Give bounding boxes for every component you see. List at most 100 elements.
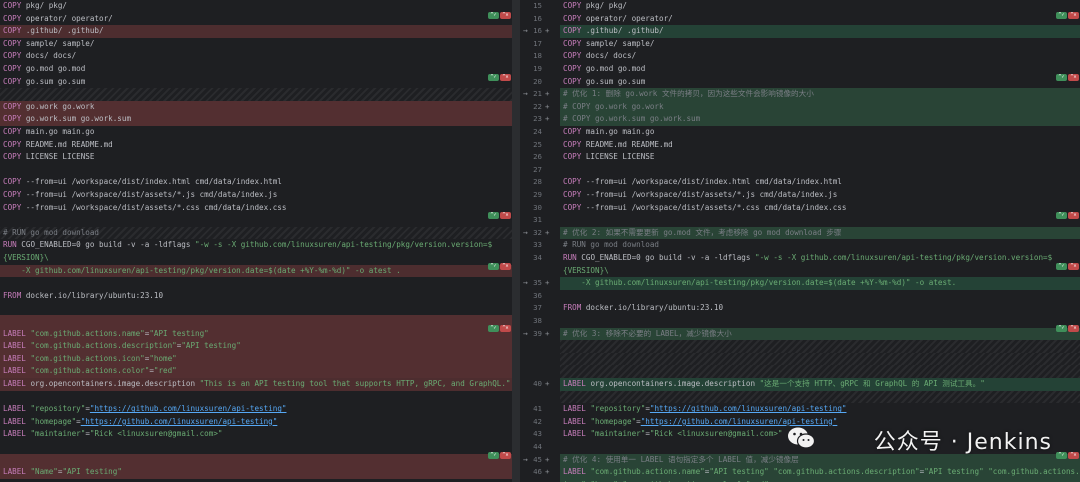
apply-change-arrow-icon[interactable]: → [523, 88, 528, 101]
reject-change-icon[interactable]: ^✕ [500, 263, 511, 270]
right-code-line[interactable]: LABEL "com.github.actions.name"="API tes… [560, 466, 1080, 479]
reject-change-icon[interactable]: ^✕ [1068, 325, 1079, 332]
right-code-line[interactable]: # RUN go mod download [560, 239, 1080, 252]
right-code-line[interactable]: COPY pkg/ pkg/ [560, 0, 1080, 13]
left-code-line[interactable] [0, 302, 512, 315]
accept-change-icon[interactable]: ^✓ [488, 12, 499, 19]
left-code-line[interactable]: COPY sample/ sample/ [0, 38, 512, 51]
left-code-line[interactable]: LABEL "com.github.actions.color"="red" [0, 365, 512, 378]
right-code-line[interactable]: COPY operator/ operator/ [560, 13, 1080, 26]
left-code-line[interactable]: COPY operator/ operator/ [0, 13, 512, 26]
right-code-line[interactable] [560, 214, 1080, 227]
reject-change-icon[interactable]: ^✕ [500, 12, 511, 19]
accept-change-icon[interactable]: ^✓ [1056, 12, 1067, 19]
left-code-line[interactable]: LABEL "repository"="https://github.com/l… [0, 403, 512, 416]
reject-change-icon[interactable]: ^✕ [500, 452, 511, 459]
url-link[interactable]: "https://github.com/linuxsuren/api-testi… [650, 404, 847, 413]
apply-change-arrow-icon[interactable]: → [523, 454, 528, 467]
left-code-line[interactable]: COPY LICENSE LICENSE [0, 151, 512, 164]
right-code-line[interactable]: COPY docs/ docs/ [560, 50, 1080, 63]
left-code-line[interactable] [0, 214, 512, 227]
left-code-line[interactable] [0, 441, 512, 454]
accept-change-icon[interactable]: ^✓ [488, 325, 499, 332]
right-code-line[interactable] [560, 315, 1080, 328]
left-code-line[interactable]: COPY .github/ .github/ [0, 25, 512, 38]
url-link[interactable]: "https://github.com/linuxsuren/api-testi… [81, 417, 278, 426]
accept-change-icon[interactable]: ^✓ [488, 263, 499, 270]
accept-change-icon[interactable]: ^✓ [488, 212, 499, 219]
right-code-line[interactable]: RUN CGO_ENABLED=0 go build -v -a -ldflag… [560, 252, 1080, 265]
right-code-line[interactable]: COPY LICENSE LICENSE [560, 151, 1080, 164]
diff-splitter[interactable] [512, 0, 520, 482]
left-code-line[interactable] [0, 164, 512, 177]
left-code-line[interactable]: RUN CGO_ENABLED=0 go build -v -a -ldflag… [0, 239, 512, 252]
right-code-line[interactable]: COPY .github/ .github/ [560, 25, 1080, 38]
right-code-line[interactable] [560, 290, 1080, 303]
left-code-line[interactable]: COPY pkg/ pkg/ [0, 0, 512, 13]
apply-change-arrow-icon[interactable]: → [523, 227, 528, 240]
right-code-line[interactable]: LABEL org.opencontainers.image.descripti… [560, 378, 1080, 391]
left-code-line[interactable]: COPY main.go main.go [0, 126, 512, 139]
left-code-line[interactable]: COPY go.work go.work [0, 100, 512, 114]
reject-change-icon[interactable]: ^✕ [1068, 12, 1079, 19]
right-code-line[interactable]: {VERSION}\ [560, 265, 1080, 278]
left-code-line[interactable]: COPY go.work.sum go.work.sum [0, 113, 512, 126]
right-code-line[interactable] [560, 164, 1080, 177]
right-code-line[interactable]: # COPY go.work go.work [560, 100, 1080, 114]
right-code-line[interactable] [560, 365, 1080, 378]
left-code-line[interactable]: # RUN go mod download [0, 226, 512, 240]
accept-change-icon[interactable]: ^✓ [1056, 74, 1067, 81]
left-code-line[interactable] [0, 391, 512, 404]
left-code-line[interactable]: LABEL org.opencontainers.image.descripti… [0, 378, 512, 391]
right-code-line[interactable]: FROM docker.io/library/ubuntu:23.10 [560, 302, 1080, 315]
reject-change-icon[interactable]: ^✕ [1068, 452, 1079, 459]
accept-change-icon[interactable]: ^✓ [488, 452, 499, 459]
left-code-line[interactable] [0, 88, 512, 101]
right-code-line[interactable]: # COPY go.work.sum go.work.sum [560, 113, 1080, 126]
right-diff-pane[interactable]: COPY pkg/ pkg/COPY operator/ operator/CO… [560, 0, 1080, 482]
reject-change-icon[interactable]: ^✕ [500, 325, 511, 332]
apply-change-arrow-icon[interactable]: → [523, 277, 528, 290]
url-link[interactable]: "https://github.com/linuxsuren/api-testi… [90, 404, 287, 413]
left-code-line[interactable]: COPY README.md README.md [0, 139, 512, 152]
right-code-line[interactable]: COPY main.go main.go [560, 126, 1080, 139]
apply-change-arrow-icon[interactable]: → [523, 25, 528, 38]
right-code-line[interactable] [560, 352, 1080, 366]
right-code-line[interactable]: COPY --from=ui /workspace/dist/assets/*.… [560, 202, 1080, 215]
left-code-line[interactable]: COPY go.mod go.mod [0, 63, 512, 76]
accept-change-icon[interactable]: ^✓ [1056, 452, 1067, 459]
right-code-line[interactable] [560, 340, 1080, 353]
right-code-line[interactable]: COPY --from=ui /workspace/dist/assets/*.… [560, 189, 1080, 202]
left-code-line[interactable] [0, 315, 512, 328]
right-code-line[interactable]: # 优化 3: 移除不必要的 LABEL，减少镜像大小 [560, 327, 1080, 341]
left-code-line[interactable]: {VERSION}\ [0, 252, 512, 265]
right-code-line[interactable]: COPY sample/ sample/ [560, 38, 1080, 51]
right-code-line[interactable]: # 优化 1: 删除 go.work 文件的拷贝，因为这些文件会影响镜像的大小 [560, 88, 1080, 101]
left-code-line[interactable]: LABEL "com.github.actions.icon"="home" [0, 352, 512, 366]
accept-change-icon[interactable]: ^✓ [1056, 212, 1067, 219]
apply-change-arrow-icon[interactable]: → [523, 328, 528, 341]
left-diff-pane[interactable]: COPY pkg/ pkg/COPY operator/ operator/CO… [0, 0, 512, 482]
right-code-line[interactable]: # 优化 2: 如果不需要更新 go.mod 文件，考虑移除 go mod do… [560, 226, 1080, 240]
accept-change-icon[interactable]: ^✓ [1056, 263, 1067, 270]
right-code-line[interactable]: COPY go.sum go.sum [560, 76, 1080, 89]
reject-change-icon[interactable]: ^✕ [1068, 263, 1079, 270]
left-code-line[interactable]: COPY go.sum go.sum [0, 76, 512, 89]
right-code-line[interactable]: COPY README.md README.md [560, 139, 1080, 152]
right-code-line[interactable]: COPY --from=ui /workspace/dist/index.htm… [560, 176, 1080, 189]
right-code-line[interactable]: -X github.com/linuxsuren/api-testing/pkg… [560, 277, 1080, 290]
left-code-line[interactable]: COPY docs/ docs/ [0, 50, 512, 63]
left-code-line[interactable]: -X github.com/linuxsuren/api-testing/pkg… [0, 264, 512, 278]
left-code-line[interactable]: LABEL "com.github.actions.name"="API tes… [0, 327, 512, 341]
right-code-line[interactable]: LABEL "repository"="https://github.com/l… [560, 403, 1080, 416]
left-code-line[interactable]: COPY --from=ui /workspace/dist/assets/*.… [0, 202, 512, 215]
left-code-line[interactable]: LABEL "maintainer"="Rick <linuxsuren@gma… [0, 428, 512, 441]
accept-change-icon[interactable]: ^✓ [488, 74, 499, 81]
left-code-line[interactable]: FROM docker.io/library/ubuntu:23.10 [0, 290, 512, 303]
left-code-line[interactable]: LABEL "Name"="API testing" [0, 466, 512, 479]
left-code-line[interactable] [0, 277, 512, 290]
reject-change-icon[interactable]: ^✕ [500, 74, 511, 81]
left-code-line[interactable]: COPY --from=ui /workspace/dist/assets/*.… [0, 189, 512, 202]
reject-change-icon[interactable]: ^✕ [500, 212, 511, 219]
left-code-line[interactable] [0, 453, 512, 467]
